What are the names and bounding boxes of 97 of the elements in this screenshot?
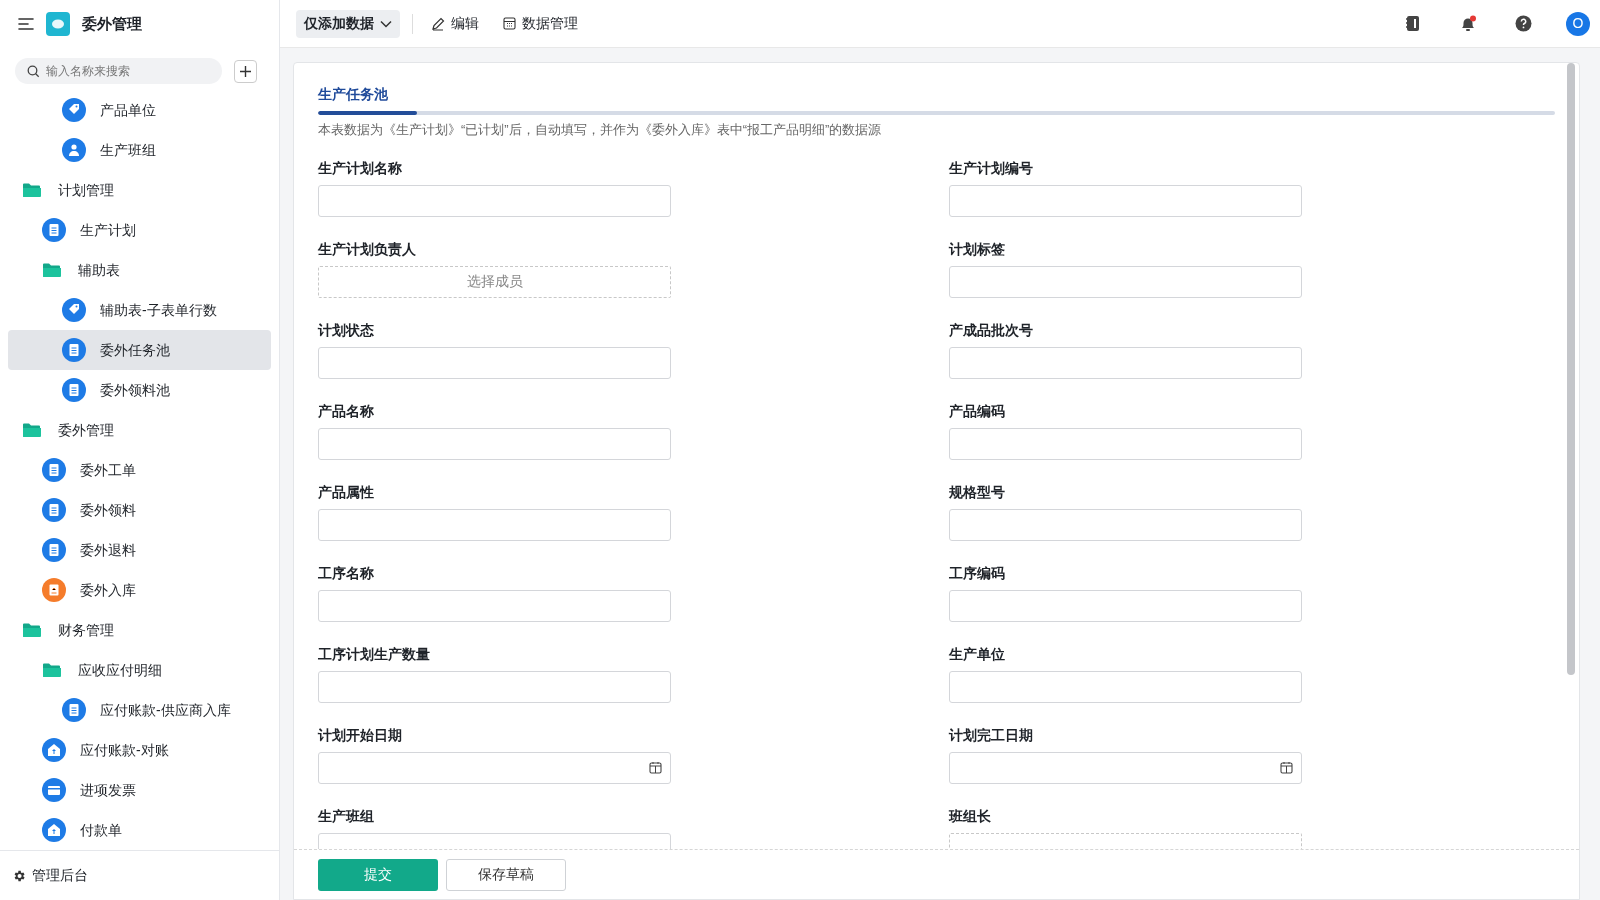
sidebar-item[interactable]: 委外退料: [8, 530, 271, 570]
sidebar-item[interactable]: 应收应付明细: [8, 650, 271, 690]
folder-icon: [22, 182, 42, 198]
settings-icon: [12, 868, 26, 883]
house-icon: [42, 738, 66, 762]
field-label: 生产班组: [318, 806, 375, 826]
sidebar-item[interactable]: 委外管理: [8, 410, 271, 450]
sidebar-item[interactable]: 生产班组: [8, 130, 271, 170]
sidebar-item[interactable]: 计划管理: [8, 170, 271, 210]
field-label: 班组长: [949, 806, 992, 826]
clipboard-icon: [42, 578, 66, 602]
field-label: 规格型号: [949, 482, 1006, 502]
field-label: 产品名称: [318, 401, 375, 421]
field-label: 产品编码: [949, 401, 1006, 421]
field-label: 生产计划负责人: [318, 239, 417, 259]
document-icon: [42, 218, 66, 242]
scrollbar[interactable]: [1567, 63, 1575, 675]
input-field[interactable]: [318, 346, 671, 379]
sidebar-item[interactable]: 产品单位: [8, 90, 271, 130]
field-label: 工序计划生产数量: [318, 644, 431, 664]
add-button[interactable]: [234, 59, 257, 83]
sidebar-item[interactable]: 进项发票: [8, 770, 271, 810]
input-field[interactable]: [318, 670, 671, 703]
admin-link[interactable]: 管理后台: [32, 865, 88, 886]
edit-button[interactable]: 编辑: [425, 13, 485, 34]
bell-icon[interactable]: [1459, 14, 1477, 33]
sidebar-item[interactable]: 财务管理: [8, 610, 271, 650]
calendar-icon: [649, 761, 662, 774]
sidebar-item[interactable]: 委外领料池: [8, 370, 271, 410]
mode-dropdown[interactable]: 仅添加数据: [296, 9, 400, 38]
tag-icon: [62, 298, 86, 322]
input-field[interactable]: [318, 589, 671, 622]
pencil-icon: [431, 16, 445, 31]
field-label: 生产单位: [949, 644, 1006, 664]
tag-icon: [62, 98, 86, 122]
field-label: 工序名称: [318, 563, 375, 583]
input-field[interactable]: [949, 346, 1302, 379]
input-field[interactable]: [949, 265, 1302, 298]
input-field[interactable]: [949, 508, 1302, 541]
field-label: 生产计划编号: [949, 158, 1034, 178]
input-field[interactable]: [318, 184, 671, 217]
field-label: 工序编码: [949, 563, 1006, 583]
menu-icon[interactable]: [18, 17, 34, 31]
field-label: 产品属性: [318, 482, 375, 502]
input-field[interactable]: [949, 427, 1302, 460]
sidebar-item[interactable]: 生产计划: [8, 210, 271, 250]
user-avatar[interactable]: O: [1566, 11, 1590, 36]
input-field[interactable]: [949, 589, 1302, 622]
form-description: 本表数据为《生产计划》“已计划”后，自动填写，并作为《委外入库》表中“报工产品明细”的数据源: [318, 121, 883, 139]
app-title: 委外管理: [82, 13, 142, 34]
sidebar-item[interactable]: 应付账款-对账: [8, 730, 271, 770]
plus-icon: [239, 64, 252, 78]
help-icon[interactable]: [1515, 15, 1532, 32]
table-icon: [503, 17, 516, 30]
field-label: 产成品批次号: [949, 320, 1034, 340]
sidebar-item[interactable]: 辅助表: [8, 250, 271, 290]
field-label: 计划标签: [949, 239, 1006, 259]
input-field[interactable]: [318, 508, 671, 541]
document-icon: [42, 538, 66, 562]
notebook-icon[interactable]: [1405, 15, 1421, 32]
date-field[interactable]: [318, 751, 671, 784]
app-logo-icon: [46, 12, 70, 36]
folder-icon: [42, 262, 62, 278]
folder-icon: [22, 422, 42, 438]
house-icon: [42, 818, 66, 842]
date-field[interactable]: [949, 751, 1302, 784]
calendar-icon: [1280, 761, 1293, 774]
document-icon: [62, 698, 86, 722]
field-label: 计划开始日期: [318, 725, 403, 745]
document-icon: [42, 498, 66, 522]
field-label: 计划完工日期: [949, 725, 1034, 745]
search-icon: [27, 65, 40, 78]
sidebar-item[interactable]: 委外工单: [8, 450, 271, 490]
field-label: 生产计划名称: [318, 158, 403, 178]
caret-icon: [380, 19, 392, 28]
data-manage-button[interactable]: 数据管理: [497, 13, 584, 34]
search-field[interactable]: 输入名称来搜索: [15, 58, 222, 84]
input-field[interactable]: [318, 427, 671, 460]
input-field[interactable]: [949, 670, 1302, 703]
sidebar-item[interactable]: 付款单: [8, 810, 271, 850]
sidebar-item[interactable]: 委外领料: [8, 490, 271, 530]
person-icon: [62, 138, 86, 162]
sidebar-item[interactable]: 辅助表-子表单行数: [8, 290, 271, 330]
sidebar-item[interactable]: 委外入库: [8, 570, 271, 610]
document-icon: [42, 458, 66, 482]
document-icon: [62, 378, 86, 402]
document-icon: [62, 338, 86, 362]
card-icon: [42, 778, 66, 802]
save-draft-button[interactable]: 保存草稿: [446, 858, 566, 891]
folder-icon: [22, 622, 42, 638]
folder-icon: [42, 662, 62, 678]
sidebar-item[interactable]: 应付账款-供应商入库: [8, 690, 271, 730]
form-title: 生产任务池: [318, 85, 389, 104]
sidebar-item[interactable]: 委外任务池: [8, 330, 271, 370]
input-field[interactable]: [949, 184, 1302, 217]
member-picker[interactable]: 选择成员: [318, 265, 671, 298]
field-label: 计划状态: [318, 320, 375, 340]
